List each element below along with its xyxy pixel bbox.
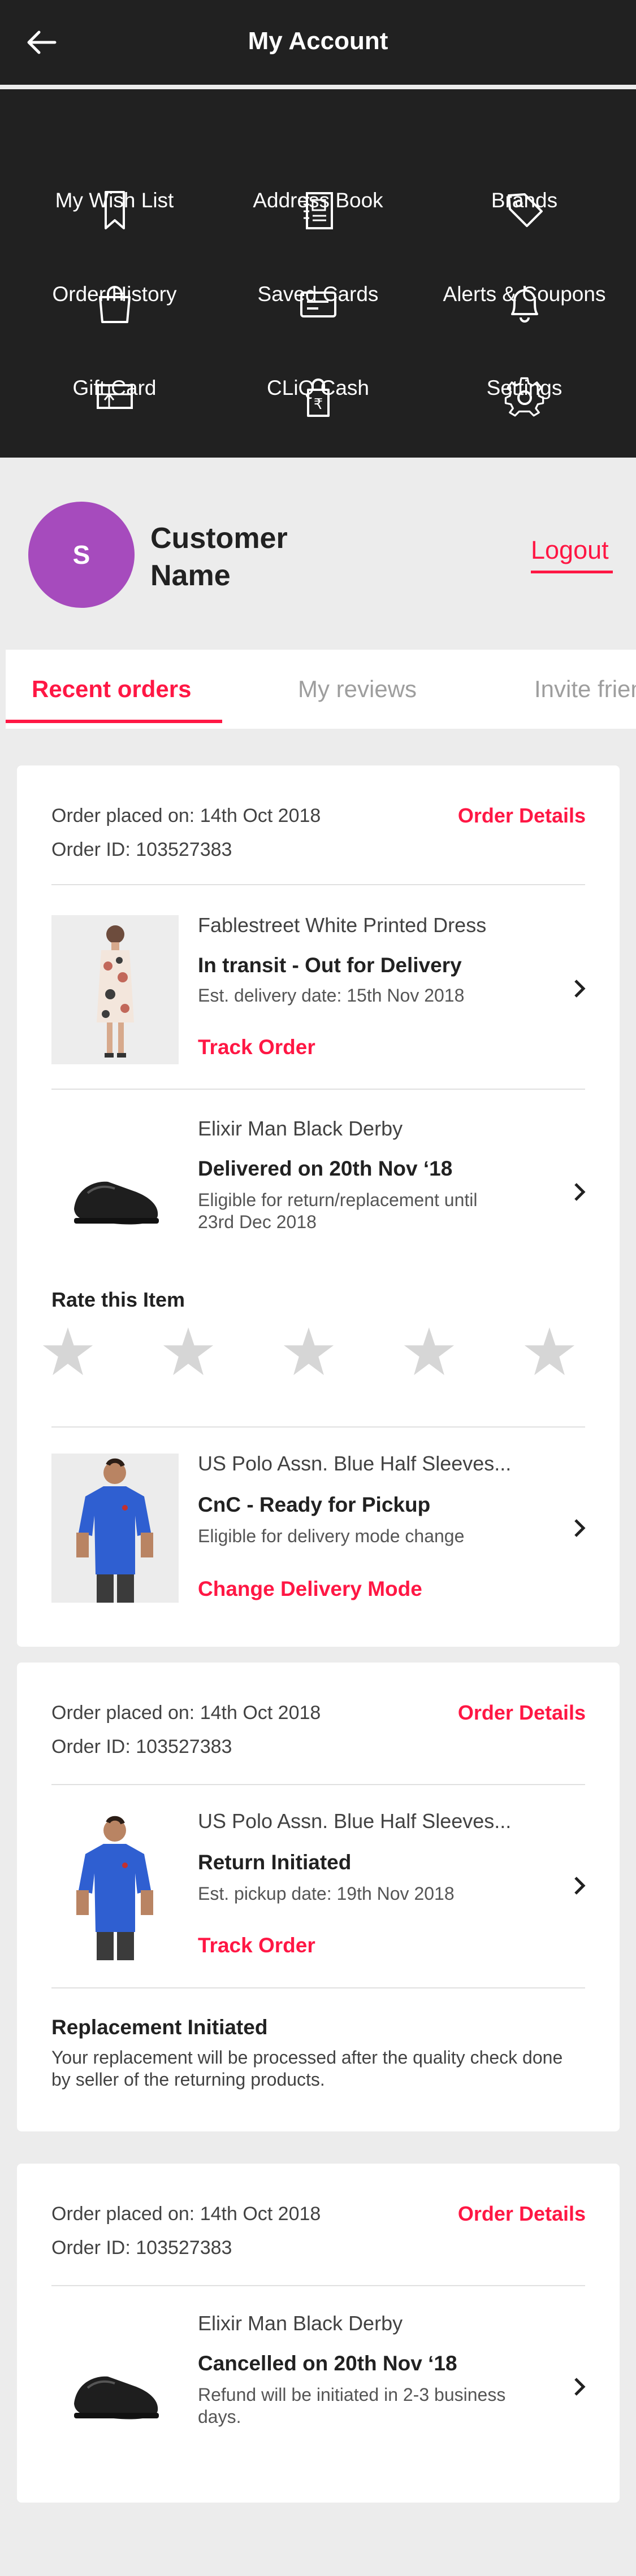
track-order-link[interactable]: Track Order	[198, 1934, 315, 1957]
chevron-right-icon[interactable]	[571, 977, 588, 1000]
order-details-link[interactable]: Order Details	[458, 2202, 586, 2226]
dress-image	[51, 915, 179, 1064]
product-image[interactable]	[51, 1454, 179, 1603]
track-order-link[interactable]: Track Order	[198, 1035, 315, 1059]
tab-invite-friends[interactable]: Invite friends	[534, 676, 636, 703]
menu-label: CLiQ Cash	[267, 376, 369, 399]
star-icon[interactable]	[402, 1325, 456, 1379]
menu-item-address-book[interactable]: Address Book	[212, 89, 424, 229]
chevron-right-icon[interactable]	[571, 1517, 588, 1539]
menu-label: Settings	[486, 376, 563, 399]
order-tabs: Recent orders My reviews Invite friends	[6, 650, 636, 729]
divider	[51, 1784, 585, 1785]
arrow-left-icon	[27, 31, 57, 54]
order-id: Order ID: 103527383	[51, 839, 232, 860]
tab-my-reviews[interactable]: My reviews	[298, 676, 417, 703]
menu-item-saved-cards[interactable]: Saved Cards	[212, 183, 424, 317]
order-placed-date: Order placed on: 14th Oct 2018	[51, 805, 321, 826]
order-details-link[interactable]: Order Details	[458, 1701, 586, 1725]
order-card: Order placed on: 14th Oct 2018 Order ID:…	[17, 1663, 620, 2131]
product-name: Elixir Man Black Derby	[198, 2312, 403, 2335]
star-icon[interactable]	[161, 1325, 215, 1379]
order-card: Order placed on: 14th Oct 2018 Order ID:…	[17, 765, 620, 1647]
refund-note: Refund will be initiated in 2-3 business…	[198, 2384, 506, 2427]
delivery-status: In transit - Out for Delivery	[198, 954, 462, 977]
product-image[interactable]	[51, 2313, 179, 2462]
divider	[51, 884, 585, 885]
return-status: Return Initiated	[198, 1851, 352, 1874]
account-menu: My Wish List Address Book Brands Order H…	[0, 89, 636, 458]
order-placed-date: Order placed on: 14th Oct 2018	[51, 2203, 321, 2225]
tab-recent-orders[interactable]: Recent orders	[32, 676, 191, 703]
menu-item-settings[interactable]: Settings	[418, 277, 630, 417]
divider	[51, 1089, 585, 1090]
order-placed-date: Order placed on: 14th Oct 2018	[51, 1702, 321, 1724]
chevron-right-icon[interactable]	[571, 1181, 588, 1203]
menu-item-wishlist[interactable]: My Wish List	[8, 89, 220, 229]
product-image[interactable]	[51, 1811, 179, 1960]
menu-item-order-history[interactable]: Order History	[8, 183, 220, 323]
logout-button[interactable]: Logout	[531, 536, 609, 565]
product-image[interactable]	[51, 1119, 179, 1268]
back-button[interactable]	[25, 25, 65, 59]
rate-item-label: Rate this Item	[51, 1288, 185, 1311]
divider	[51, 1426, 585, 1428]
order-id: Order ID: 103527383	[51, 2237, 232, 2259]
divider	[51, 1987, 585, 1988]
menu-item-gift-card[interactable]: Gift Card	[8, 277, 220, 409]
product-name: US Polo Assn. Blue Half Sleeves...	[198, 1452, 512, 1475]
product-name: Elixir Man Black Derby	[198, 1117, 403, 1140]
cancellation-status: Cancelled on 20th Nov ‘18	[198, 2352, 457, 2375]
product-name: US Polo Assn. Blue Half Sleeves...	[198, 1809, 512, 1833]
top-bar: My Account	[0, 0, 636, 85]
pickup-date-note: Est. pickup date: 19th Nov 2018	[198, 1883, 455, 1904]
replacement-note: Your replacement will be processed after…	[51, 2047, 563, 2090]
customer-name: Customer Name	[150, 522, 288, 592]
product-name: Fablestreet White Printed Dress	[198, 913, 487, 937]
order-details-link[interactable]: Order Details	[458, 804, 586, 828]
delivery-note: Est. delivery date: 15th Nov 2018	[198, 985, 465, 1006]
order-card: Order placed on: 14th Oct 2018 Order ID:…	[17, 2164, 620, 2503]
page-title: My Account	[248, 27, 388, 55]
star-icon[interactable]	[282, 1325, 336, 1379]
order-id: Order ID: 103527383	[51, 1736, 232, 1757]
return-eligibility-note: Eligible for return/replacement until 23…	[198, 1190, 478, 1232]
replacement-title: Replacement Initiated	[51, 2016, 268, 2039]
tshirt-image	[51, 1811, 179, 1960]
pickup-note: Eligible for delivery mode change	[198, 1526, 465, 1546]
change-delivery-mode-link[interactable]: Change Delivery Mode	[198, 1577, 422, 1601]
shoe-image	[51, 2313, 179, 2462]
chevron-right-icon[interactable]	[571, 2375, 588, 2398]
logout-underline	[531, 571, 613, 573]
divider	[51, 2285, 585, 2286]
star-icon[interactable]	[522, 1325, 577, 1379]
pickup-status: CnC - Ready for Pickup	[198, 1493, 431, 1516]
avatar: S	[28, 502, 135, 608]
menu-item-cliq-cash[interactable]: ₹ CLiQ Cash	[212, 277, 424, 417]
delivery-status: Delivered on 20th Nov ‘18	[198, 1157, 453, 1180]
tshirt-image	[51, 1454, 179, 1603]
shoe-image	[51, 1119, 179, 1268]
menu-item-brands[interactable]: Brands	[418, 89, 630, 227]
product-image[interactable]	[51, 915, 179, 1064]
star-icon[interactable]	[41, 1325, 95, 1379]
menu-item-alerts-coupons[interactable]: Alerts & Coupons	[418, 183, 630, 323]
profile-section: S Customer Name Logout	[0, 458, 636, 650]
menu-label: Gift Card	[72, 376, 157, 399]
chevron-right-icon[interactable]	[571, 1874, 588, 1897]
active-tab-indicator	[6, 720, 222, 723]
